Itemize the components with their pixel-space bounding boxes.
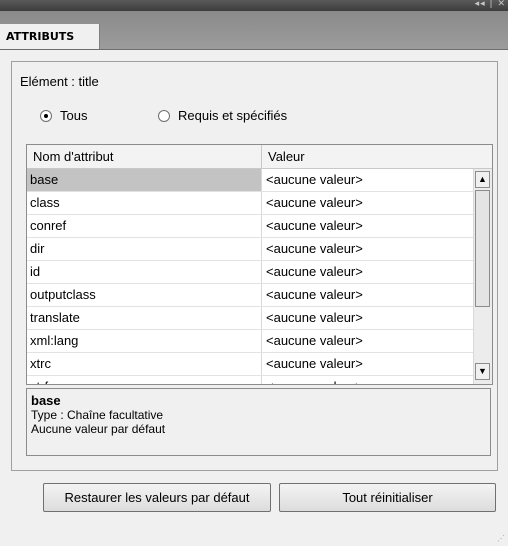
scroll-down-arrow-icon[interactable]: ▼ (475, 363, 490, 380)
panel-controls[interactable]: ◂◂ | ✕ (475, 0, 506, 9)
radio-all-label[interactable]: Tous (60, 108, 87, 123)
attribute-name[interactable]: conref (27, 215, 262, 237)
description-attribute-name: base (31, 393, 61, 408)
element-label: Elément : title (20, 74, 99, 89)
attribute-name[interactable]: base (27, 169, 262, 191)
scroll-up-arrow-icon[interactable]: ▲ (475, 171, 490, 188)
attribute-value[interactable]: <aucune valeur> (262, 353, 473, 375)
table-row[interactable]: dir <aucune valeur> (27, 238, 473, 261)
table-body: base <aucune valeur> class <aucune valeur>… (27, 169, 473, 384)
attribute-name[interactable]: class (27, 192, 262, 214)
table-row[interactable]: outputclass <aucune valeur> (27, 284, 473, 307)
table-row[interactable]: class <aucune valeur> (27, 192, 473, 215)
attribute-description-box: base Type : Chaîne facultative Aucune va… (26, 388, 491, 456)
radio-all-indicator[interactable] (40, 109, 52, 122)
column-header-value[interactable]: Valeur (262, 145, 492, 168)
attribute-name[interactable]: xml:lang (27, 330, 262, 352)
attribute-name[interactable]: id (27, 261, 262, 283)
restore-defaults-button[interactable]: Restaurer les valeurs par défaut (43, 483, 271, 512)
reset-all-button[interactable]: Tout réinitialiser (279, 483, 496, 512)
attributes-table: Nom d'attribut Valeur base <aucune valeur… (26, 144, 493, 385)
attributes-panel: Elément : title Tous Requis et spécifiés… (11, 61, 498, 471)
table-scrollbar[interactable]: ▲ ▼ (473, 169, 492, 384)
tab-attributs[interactable]: ATTRIBUTS (0, 24, 100, 49)
attribute-name[interactable]: xtrf (27, 376, 262, 384)
attribute-value[interactable]: <aucune valeur> (262, 376, 473, 384)
attribute-name[interactable]: dir (27, 238, 262, 260)
attribute-value[interactable]: <aucune valeur> (262, 261, 473, 283)
attribute-name[interactable]: outputclass (27, 284, 262, 306)
table-row[interactable]: conref <aucune valeur> (27, 215, 473, 238)
panel-title-bar: ◂◂ | ✕ (0, 0, 508, 11)
radio-required-specified[interactable]: Requis et spécifiés (158, 108, 287, 123)
attribute-value[interactable]: <aucune valeur> (262, 169, 473, 191)
radio-all[interactable]: Tous (40, 108, 87, 123)
table-header: Nom d'attribut Valeur (27, 145, 492, 169)
tab-strip: ATTRIBUTS (0, 11, 508, 50)
attribute-value[interactable]: <aucune valeur> (262, 307, 473, 329)
attribute-value[interactable]: <aucune valeur> (262, 284, 473, 306)
radio-required-indicator[interactable] (158, 109, 170, 122)
radio-required-label[interactable]: Requis et spécifiés (178, 108, 287, 123)
table-row[interactable]: xtrc <aucune valeur> (27, 353, 473, 376)
attribute-value[interactable]: <aucune valeur> (262, 238, 473, 260)
attribute-name[interactable]: translate (27, 307, 262, 329)
scrollbar-thumb[interactable] (475, 190, 490, 307)
attribute-value[interactable]: <aucune valeur> (262, 215, 473, 237)
attribute-value[interactable]: <aucune valeur> (262, 330, 473, 352)
table-row[interactable]: xtrf<aucune valeur> (27, 376, 473, 384)
resize-grip-icon[interactable]: ⋰ (497, 534, 505, 543)
description-type: Type : Chaîne facultative (31, 408, 164, 422)
table-row[interactable]: translate <aucune valeur> (27, 307, 473, 330)
table-row[interactable]: xml:lang <aucune valeur> (27, 330, 473, 353)
attribute-value[interactable]: <aucune valeur> (262, 192, 473, 214)
table-row[interactable]: base <aucune valeur> (27, 169, 473, 192)
table-row[interactable]: id <aucune valeur> (27, 261, 473, 284)
attribute-name[interactable]: xtrc (27, 353, 262, 375)
description-default: Aucune valeur par défaut (31, 422, 166, 436)
column-header-name[interactable]: Nom d'attribut (27, 145, 262, 168)
